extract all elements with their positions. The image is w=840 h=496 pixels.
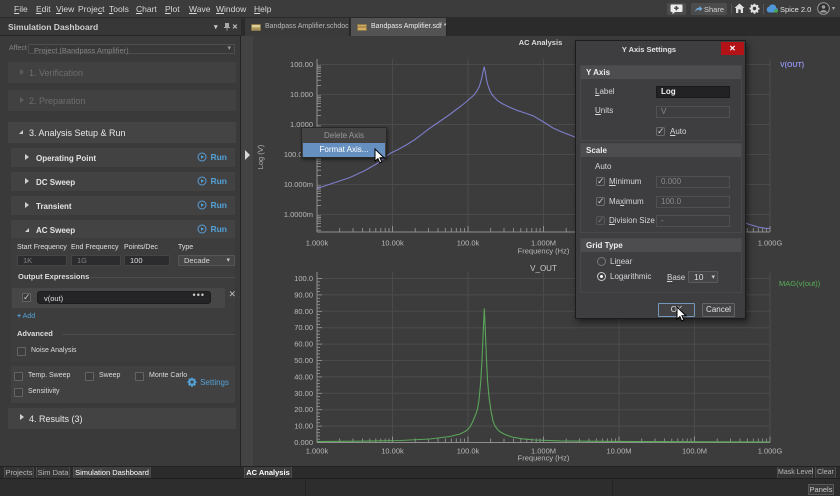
svg-text:10.00k: 10.00k [381,239,404,248]
svg-text:100.0M: 100.0M [682,447,707,456]
svg-text:10.00M: 10.00M [606,447,631,456]
svg-text:40.00: 40.00 [294,372,313,381]
svg-text:1.000k: 1.000k [306,239,329,248]
svg-text:1.000G: 1.000G [758,447,783,456]
svg-text:100.0k: 100.0k [457,447,480,456]
svg-text:20.00: 20.00 [294,405,313,414]
svg-text:100.0k: 100.0k [457,239,480,248]
svg-text:10.00: 10.00 [294,422,313,431]
svg-text:Frequency (Hz): Frequency (Hz) [518,454,570,463]
svg-text:80.00: 80.00 [294,307,313,316]
svg-text:V(OUT): V(OUT) [780,62,804,69]
svg-text:1.0000m: 1.0000m [284,210,313,219]
svg-text:50.00: 50.00 [294,356,313,365]
svg-text:70.00: 70.00 [294,323,313,332]
svg-text:Log (V): Log (V) [256,144,265,169]
svg-text:AC Analysis: AC Analysis [519,38,563,47]
svg-text:100.00: 100.00 [290,60,313,69]
svg-text:60.00: 60.00 [294,340,313,349]
svg-text:MAG(v(out)): MAG(v(out)) [779,279,821,288]
svg-text:10.000: 10.000 [290,90,313,99]
svg-text:V_OUT: V_OUT [530,264,557,273]
svg-text:10.00k: 10.00k [381,447,404,456]
svg-text:30.00: 30.00 [294,389,313,398]
svg-text:Frequency (Hz): Frequency (Hz) [518,247,570,256]
svg-text:90.00: 90.00 [294,290,313,299]
svg-text:10.000m: 10.000m [284,180,313,189]
svg-text:1.000k: 1.000k [306,447,329,456]
svg-text:1.000G: 1.000G [758,239,783,248]
svg-text:100.0: 100.0 [294,274,313,283]
